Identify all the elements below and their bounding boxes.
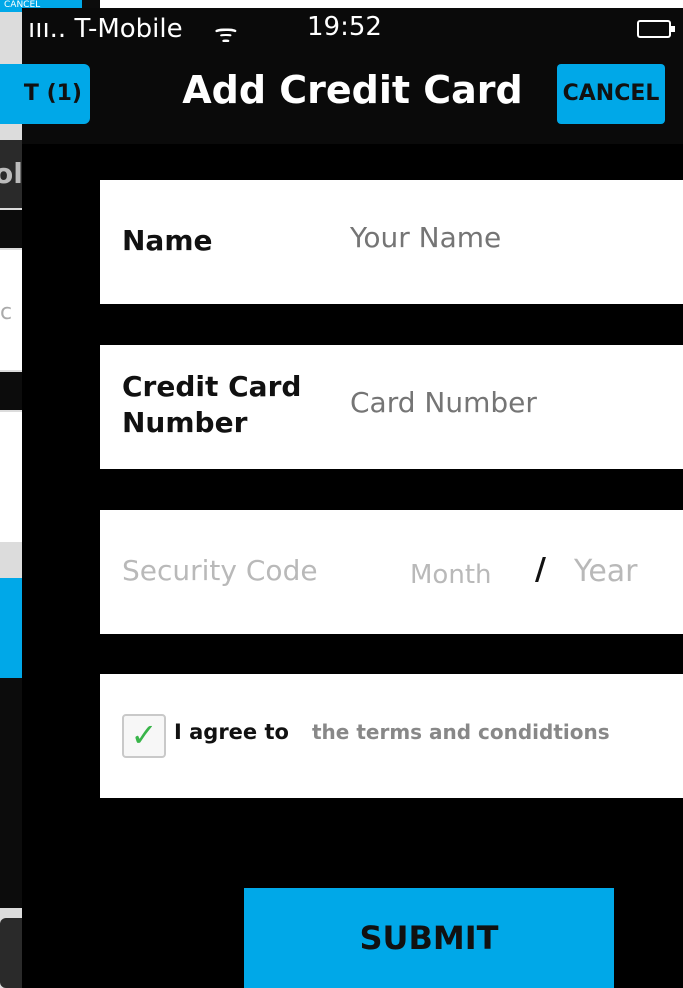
cancel-button[interactable]: CANCEL bbox=[557, 64, 665, 124]
background-dark-panel bbox=[0, 678, 22, 908]
status-bar: ııı.. T-Mobile ᯤ 19:52 bbox=[22, 8, 683, 49]
submit-button[interactable]: SUBMIT bbox=[244, 888, 614, 988]
name-input[interactable] bbox=[348, 220, 672, 255]
background-white-panel bbox=[0, 412, 22, 542]
name-field-row: Name bbox=[100, 180, 683, 304]
background-divider bbox=[0, 372, 22, 410]
background-partial-text: c bbox=[0, 300, 13, 325]
carrier-label: ııı.. T-Mobile bbox=[28, 14, 183, 44]
name-label: Name bbox=[122, 224, 213, 257]
card-number-field-row: Credit Card Number bbox=[100, 345, 683, 469]
add-credit-card-screen: ııı.. T-Mobile ᯤ 19:52 T (1) Add Credit … bbox=[0, 8, 683, 988]
wifi-icon: ᯤ bbox=[214, 19, 238, 49]
terms-link[interactable]: the terms and condidtions bbox=[312, 720, 610, 744]
agree-checkbox[interactable]: ✓ bbox=[122, 714, 166, 758]
agree-label: I agree to bbox=[174, 720, 289, 744]
expiry-year-input[interactable]: Year bbox=[574, 554, 638, 589]
navigation-bar: T (1) Add Credit Card CANCEL bbox=[0, 48, 683, 144]
card-number-label: Credit Card Number bbox=[122, 370, 302, 439]
security-expiry-row: Security Code Month / Year bbox=[100, 510, 683, 634]
battery-icon bbox=[637, 20, 675, 38]
background-accent-panel bbox=[0, 578, 22, 678]
background-divider bbox=[0, 210, 22, 248]
status-time: 19:52 bbox=[307, 12, 382, 42]
terms-row: ✓ I agree to the terms and condidtions bbox=[100, 674, 683, 798]
checkmark-icon: ✓ bbox=[130, 716, 158, 754]
card-number-input[interactable] bbox=[348, 385, 672, 420]
security-code-input[interactable]: Security Code bbox=[122, 554, 318, 587]
expiry-month-input[interactable]: Month bbox=[410, 560, 492, 590]
date-separator: / bbox=[535, 552, 546, 587]
